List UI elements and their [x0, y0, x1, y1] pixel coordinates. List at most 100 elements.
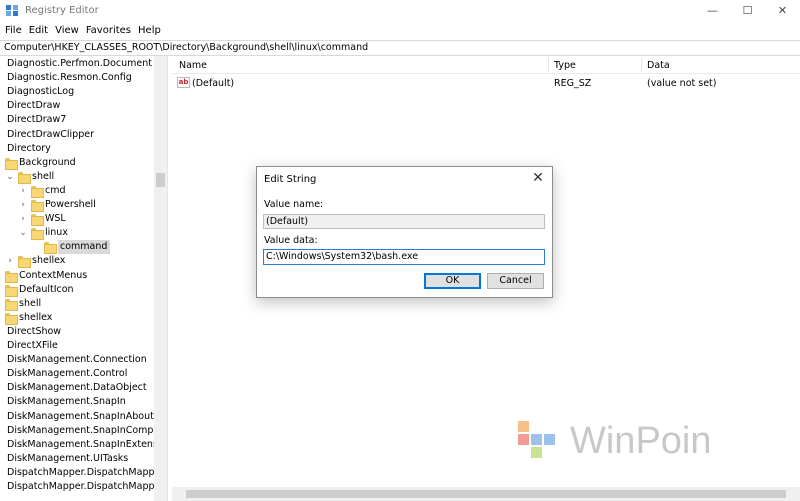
menu-file[interactable]: File: [4, 22, 28, 40]
tree-node-label: DiskManagement.SnapInAbout: [7, 410, 154, 422]
tree-node-label: DiskManagement.Connection: [7, 354, 147, 366]
watermark-logo-square: [531, 447, 542, 458]
folder-icon: [5, 270, 18, 283]
tree-node[interactable]: DiagnosticLog: [0, 85, 167, 99]
value-data-input[interactable]: C:\Windows\System32\bash.exe: [263, 249, 545, 265]
tree-node-label: DefaultIcon: [19, 283, 74, 295]
tree-node-label: DirectDraw7: [7, 114, 67, 126]
tree-node-label: shell: [19, 297, 42, 309]
tree-node[interactable]: DiskManagement.SnapInComponer: [0, 424, 168, 438]
tree-node[interactable]: Background: [0, 156, 167, 170]
chevron-right-icon[interactable]: ›: [19, 212, 27, 226]
tree-node-label: DiskManagement.UITasks: [7, 452, 129, 464]
tree-node-label: DiskManagement.SnapInExtension: [7, 438, 168, 450]
column-divider[interactable]: [641, 58, 642, 72]
folder-icon: [31, 214, 44, 227]
tree-node[interactable]: DirectDrawClipper: [0, 128, 167, 142]
chevron-right-icon[interactable]: ›: [19, 184, 27, 198]
folder-icon: [31, 185, 44, 198]
column-divider[interactable]: [548, 58, 549, 72]
registry-tree: Diagnostic.Perfmon.Document Diagnostic.Re…: [0, 56, 168, 501]
tree-node[interactable]: DirectDraw: [0, 99, 167, 113]
tree-node-label: Diagnostic.Perfmon.Document: [7, 58, 153, 69]
tree-scrollbar-thumb[interactable]: [156, 173, 165, 187]
tree-node[interactable]: Diagnostic.Perfmon.Document: [0, 57, 167, 71]
value-type: REG_SZ: [554, 78, 592, 89]
chevron-down-icon[interactable]: ⌄: [19, 226, 27, 240]
tree-node[interactable]: Diagnostic.Resmon.Config: [0, 71, 167, 85]
dialog-close-icon[interactable]: ✕: [530, 170, 546, 186]
tree-node-label: linux: [45, 227, 68, 239]
tree-node[interactable]: shellex: [0, 311, 167, 325]
value-name: (Default): [192, 78, 235, 89]
folder-icon: [5, 157, 18, 170]
chevron-right-icon[interactable]: ›: [19, 198, 27, 212]
tree-node[interactable]: ContextMenus: [0, 269, 167, 283]
minimize-button[interactable]: —: [695, 0, 730, 22]
dialog-title: Edit String: [264, 174, 317, 185]
folder-icon: [18, 256, 31, 269]
tree-node-label: cmd: [45, 184, 66, 196]
chevron-down-icon[interactable]: ⌄: [6, 170, 14, 184]
tree-node[interactable]: DiskManagement.Control: [0, 367, 167, 381]
folder-icon: [5, 312, 18, 325]
column-type[interactable]: Type: [554, 60, 576, 71]
tree-node[interactable]: DiskManagement.SnapInAbout: [0, 410, 167, 424]
folder-icon: [5, 298, 18, 311]
value-name-label: Value name:: [264, 199, 324, 210]
close-button[interactable]: ✕: [765, 0, 800, 22]
folder-icon: [5, 284, 18, 297]
tree-node[interactable]: DirectXFile: [0, 339, 167, 353]
tree-node-label: shellex: [19, 311, 53, 323]
tree-node[interactable]: › Powershell: [0, 198, 167, 212]
tree-node[interactable]: DiskManagement.SnapInExtension: [0, 438, 168, 452]
tree-node-label: command: [58, 240, 111, 255]
tree-node[interactable]: ⌄ linux: [0, 226, 167, 241]
tree-node[interactable]: Directory: [0, 142, 167, 156]
column-name[interactable]: Name: [179, 60, 207, 71]
tree-node[interactable]: DiskManagement.UITasks: [0, 452, 167, 466]
tree-node[interactable]: DefaultIcon: [0, 283, 167, 297]
tree-node[interactable]: › WSL: [0, 212, 167, 227]
tree-node[interactable]: › cmd: [0, 184, 167, 198]
column-data[interactable]: Data: [647, 60, 670, 71]
tree-node[interactable]: DiskManagement.Connection: [0, 353, 167, 367]
tree-node-label: Diagnostic.Resmon.Config: [7, 72, 132, 84]
string-value-icon: ab: [177, 77, 190, 88]
list-header: Name Type Data: [172, 56, 800, 74]
tree-node[interactable]: › shellex: [0, 254, 167, 269]
tree-node-label: DiskManagement.DataObject: [7, 382, 147, 394]
tree-node[interactable]: command: [0, 240, 167, 255]
tree-node[interactable]: DiskManagement.DataObject: [0, 381, 167, 395]
edit-string-dialog: Edit String ✕ Value name: (Default) Valu…: [256, 166, 553, 298]
tree-node-label: DirectDrawClipper: [7, 128, 94, 140]
tree-node-label: DiskManagement.SnapInComponer: [7, 424, 168, 436]
tree-node[interactable]: shell: [0, 297, 167, 311]
tree-node-label: DirectShow: [7, 325, 62, 337]
tree-scrollbar[interactable]: [154, 56, 167, 501]
maximize-button[interactable]: ☐: [730, 0, 765, 22]
title-bar: Registry Editor — ☐ ✕: [0, 0, 800, 22]
tree-node-label: DirectXFile: [7, 340, 58, 351]
menu-favorites[interactable]: Favorites: [85, 22, 137, 40]
folder-icon: [31, 200, 44, 212]
list-scrollbar-thumb[interactable]: [186, 490, 786, 498]
tree-node[interactable]: DispatchMapper.DispatchMapper.1: [0, 480, 167, 494]
tree-node[interactable]: DiskManagement.SnapIn: [0, 395, 167, 409]
folder-icon: [44, 242, 57, 255]
watermark-logo-square: [518, 421, 529, 432]
menu-edit[interactable]: Edit: [28, 22, 54, 40]
ok-button[interactable]: OK: [424, 273, 481, 289]
address-bar[interactable]: Computer\HKEY_CLASSES_ROOT\Directory\Bac…: [0, 40, 800, 56]
tree-node[interactable]: DispatchMapper.DispatchMapper: [0, 466, 167, 480]
menu-help[interactable]: Help: [137, 22, 167, 40]
chevron-right-icon[interactable]: ›: [6, 254, 14, 268]
tree-node-label: shellex: [32, 255, 66, 267]
menu-view[interactable]: View: [54, 22, 85, 40]
cancel-button[interactable]: Cancel: [487, 273, 544, 289]
value-data-label: Value data:: [264, 235, 318, 246]
tree-node[interactable]: DirectShow: [0, 325, 167, 339]
tree-node[interactable]: DirectDraw7: [0, 113, 167, 127]
tree-node[interactable]: ⌄ shell: [0, 170, 167, 184]
tree-node-label: DiskManagement.SnapIn: [7, 396, 126, 408]
